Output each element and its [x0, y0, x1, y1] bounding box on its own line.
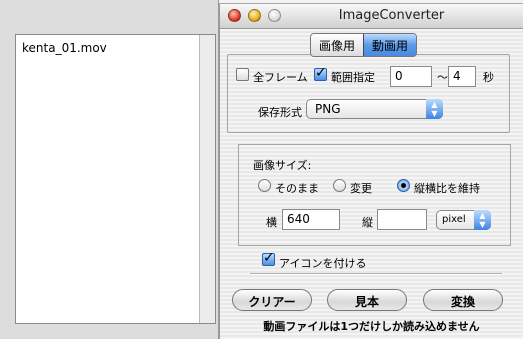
- image-converter-window: ImageConverter 画像用 動画用 全フレーム 範囲指定 0 〜 4 …: [219, 3, 523, 339]
- add-icon-label: アイコンを付ける: [279, 257, 367, 270]
- tab-image[interactable]: 画像用: [311, 34, 364, 56]
- convert-button[interactable]: 変換: [423, 289, 503, 311]
- all-frames-checkbox[interactable]: [236, 68, 249, 81]
- save-format-label: 保存形式: [258, 106, 302, 119]
- unit-select[interactable]: pixel ▲ ▼: [436, 210, 491, 230]
- file-list-window: kenta_01.mov: [0, 0, 219, 339]
- range-start-field[interactable]: 0: [390, 66, 432, 87]
- popup-arrows-icon: ▲ ▼: [426, 99, 443, 119]
- radio-keep-label: そのまま: [275, 182, 319, 195]
- sample-button[interactable]: 見本: [327, 289, 407, 311]
- all-frames-label: 全フレーム: [253, 71, 308, 84]
- range-checkbox[interactable]: [314, 65, 327, 81]
- range-end-field[interactable]: 4: [448, 66, 476, 87]
- status-message: 動画ファイルは1つだけしか読み込めません: [263, 320, 480, 333]
- tab-bar: 画像用 動画用: [310, 33, 418, 57]
- list-item[interactable]: kenta_01.mov: [22, 41, 107, 55]
- unit-value: pixel: [442, 214, 466, 225]
- window-title: ImageConverter: [338, 8, 445, 23]
- file-list-scrollbar[interactable]: [199, 35, 215, 323]
- width-field[interactable]: 640: [282, 209, 340, 230]
- radio-keep-aspect-label: 縦横比を維持: [414, 182, 480, 195]
- range-label: 範囲指定: [331, 71, 375, 84]
- image-size-heading: 画像サイズ:: [253, 159, 312, 172]
- radio-change[interactable]: [333, 179, 346, 192]
- popup-arrows-icon: ▲ ▼: [474, 210, 491, 230]
- clear-button[interactable]: クリアー: [232, 289, 312, 311]
- file-list[interactable]: kenta_01.mov: [15, 34, 216, 324]
- range-separator: 〜: [437, 71, 448, 84]
- height-field[interactable]: [377, 209, 427, 230]
- height-label: 縦: [362, 216, 373, 229]
- radio-keep[interactable]: [258, 179, 271, 192]
- title-bar[interactable]: ImageConverter: [220, 4, 523, 29]
- save-format-select[interactable]: PNG ▲ ▼: [306, 99, 443, 119]
- radio-change-label: 変更: [350, 182, 372, 195]
- add-icon-checkbox[interactable]: [262, 250, 275, 266]
- width-label: 横: [266, 216, 277, 229]
- save-format-value: PNG: [315, 102, 341, 116]
- range-unit: 秒: [483, 71, 494, 84]
- tab-movie[interactable]: 動画用: [363, 34, 417, 56]
- radio-keep-aspect[interactable]: [397, 179, 410, 192]
- divider: [250, 273, 502, 275]
